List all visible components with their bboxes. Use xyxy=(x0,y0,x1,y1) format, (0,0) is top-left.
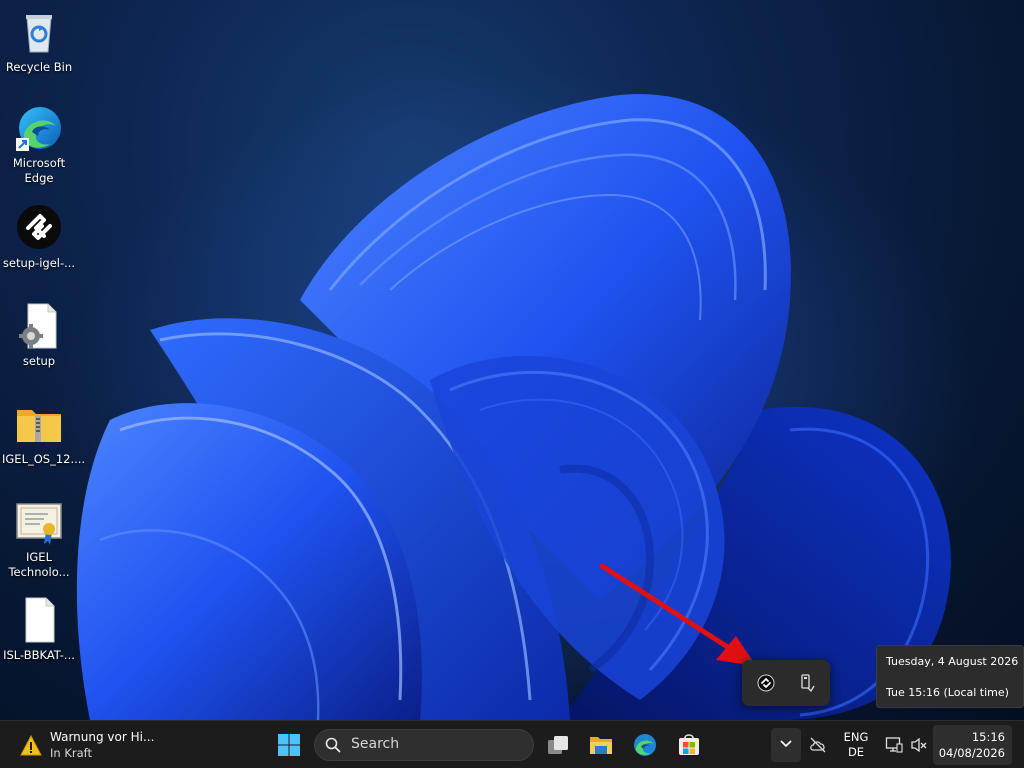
tooltip-date: Tuesday, 4 August 2026 xyxy=(886,655,1019,668)
taskbar-search-box[interactable]: Search xyxy=(314,729,534,761)
clock-tooltip: Tuesday, 4 August 2026 Tue 15:16 (Local … xyxy=(876,645,1024,708)
cloud-offline-icon[interactable] xyxy=(809,736,827,754)
language-code: ENG xyxy=(843,730,869,744)
file-explorer-button[interactable] xyxy=(583,727,619,763)
igel-tray-icon[interactable] xyxy=(756,673,776,693)
taskbar: Warnung vor Hi... In Kraft Search ENG DE… xyxy=(0,720,1024,768)
weather-subtitle: In Kraft xyxy=(50,746,93,760)
edge-icon xyxy=(634,734,656,756)
microsoft-store-icon xyxy=(679,734,699,755)
language-indicator[interactable]: ENG DE xyxy=(840,730,872,760)
clock-date: 04/08/2026 xyxy=(938,746,1005,760)
volume-muted-icon[interactable] xyxy=(910,736,928,754)
annotation-arrow xyxy=(599,563,756,666)
search-label: Search xyxy=(351,736,400,752)
warning-icon xyxy=(20,735,42,756)
usb-eject-icon[interactable] xyxy=(796,673,816,693)
desktop: Recycle Bin Microsoft Edge setup-igel-..… xyxy=(0,0,1024,720)
file-explorer-icon xyxy=(590,737,612,754)
store-button[interactable] xyxy=(671,727,707,763)
task-view-icon xyxy=(548,736,568,754)
edge-taskbar-button[interactable] xyxy=(627,727,663,763)
weather-title: Warnung vor Hi... xyxy=(50,730,155,744)
network-icon[interactable] xyxy=(885,736,903,754)
search-icon xyxy=(325,737,341,753)
chevron-down-icon xyxy=(780,740,792,748)
start-button[interactable] xyxy=(271,727,307,763)
tray-overflow-flyout xyxy=(742,660,830,706)
tooltip-time: Tue 15:16 (Local time) xyxy=(886,686,1009,699)
taskbar-clock[interactable]: 15:16 04/08/2026 xyxy=(933,725,1012,765)
keyboard-layout: DE xyxy=(847,745,865,759)
windows-logo-icon xyxy=(278,734,300,756)
weather-widget[interactable]: Warnung vor Hi... In Kraft xyxy=(14,727,164,763)
clock-time: 15:16 xyxy=(971,730,1005,744)
task-view-button[interactable] xyxy=(540,727,576,763)
show-hidden-icons-button[interactable] xyxy=(771,728,801,762)
